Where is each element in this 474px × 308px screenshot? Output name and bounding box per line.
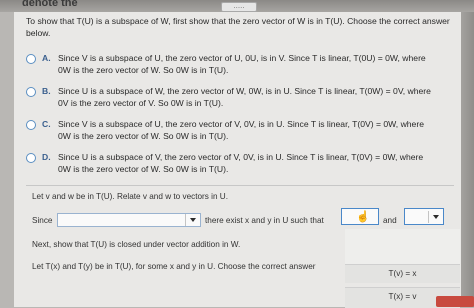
radio-b[interactable] [26, 87, 36, 97]
question-text: To show that T(U) is a subspace of W, fi… [26, 16, 450, 38]
cut-off-text: denote the [22, 0, 78, 9]
radio-a[interactable] [26, 54, 36, 64]
since-dropdown[interactable] [57, 213, 201, 227]
option-line-1: Since U is a subspace of W, the zero vec… [58, 86, 431, 96]
resize-handle[interactable]: ..... [221, 2, 257, 12]
radio-c[interactable] [26, 120, 36, 130]
option-line-2: 0W is the zero vector of W. So 0W is in … [58, 65, 229, 75]
option-line-2: 0W is the zero vector of W. So 0W is in … [58, 164, 229, 174]
pointer-cursor-icon: ☝ [356, 211, 370, 223]
right-shadow [461, 12, 474, 307]
since-label: Since [32, 216, 53, 225]
option-letter: B. [42, 86, 51, 96]
dropdown-list [345, 229, 460, 264]
option-line-2: 0V is the zero vector of V. So 0W is in … [58, 98, 224, 108]
option-line-1: Since V is a subspace of U, the zero vec… [58, 119, 424, 129]
option-a[interactable]: A. Since V is a subspace of U, the zero … [26, 52, 446, 78]
there-exist-text: there exist x and y in U such that [205, 216, 324, 225]
option-letter: C. [42, 119, 51, 129]
radio-d[interactable] [26, 153, 36, 163]
option-letter: A. [42, 53, 51, 63]
and-label: and [383, 216, 397, 225]
option-b[interactable]: B. Since U is a subspace of W, the zero … [26, 85, 446, 111]
chevron-down-icon [190, 218, 196, 222]
chevron-down-icon [433, 215, 439, 219]
dropdown-arrow[interactable] [428, 211, 443, 223]
closure-text: Next, show that T(U) is closed under vec… [32, 240, 241, 249]
divider [26, 185, 454, 186]
let-text: Let T(x) and T(y) be in T(U), for some x… [32, 262, 316, 271]
tw-answer-dropdown[interactable] [404, 208, 444, 225]
option-letter: D. [42, 152, 51, 162]
option-line-1: Since V is a subspace of U, the zero vec… [58, 53, 426, 63]
option-d[interactable]: D. Since U is a subspace of V, the zero … [26, 151, 446, 177]
option-line-2: 0W is the zero vector of W. So 0W is in … [58, 131, 229, 141]
dropdown-arrow[interactable] [185, 214, 200, 226]
dropdown-option[interactable]: T(v) = x [345, 264, 460, 283]
top-bar: denote the ..... [0, 0, 474, 12]
relate-text: Let v and w be in T(U). Relate v and w t… [32, 192, 228, 201]
corner-button[interactable] [436, 296, 474, 307]
option-line-1: Since U is a subspace of V, the zero vec… [58, 152, 424, 162]
option-c[interactable]: C. Since V is a subspace of U, the zero … [26, 118, 446, 144]
tv-answer-field[interactable]: ☝ [341, 208, 379, 225]
